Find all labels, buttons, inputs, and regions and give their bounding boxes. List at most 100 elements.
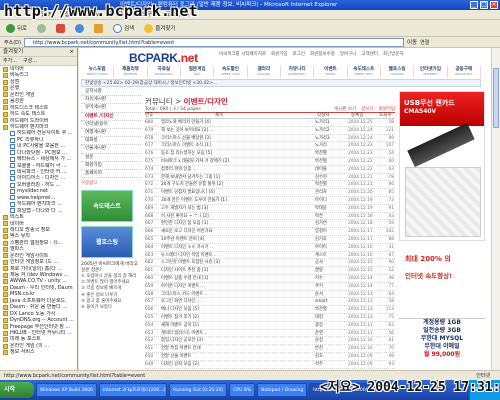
- table-row[interactable]: 661 디자인 사이트 추천 좀 [1] 쌀랑 2004.12.15 52: [145, 267, 395, 275]
- taskbar-task[interactable]: Running Out [0:35:20]: [168, 383, 228, 397]
- table-row[interactable]: 675 비씨파크 x 태블릿 가져 가 갈매기 [2] 박찬별 2004.12.22 6…: [145, 158, 395, 166]
- table-row[interactable]: 680 밀라노와 베리카 만들기 [4] 노가리1 2004.12.25 58: [145, 119, 395, 127]
- row-title[interactable]: 비씨파크 x 태블릿 가져 가 갈매기 [2]: [161, 158, 311, 166]
- left-menu-item[interactable]: 유머게시판: [81, 104, 141, 113]
- taskbar-task[interactable]: Notepad / Drawing: [256, 383, 308, 397]
- hosting-ad[interactable]: 계정용량 1GB 일전송량 3GB 무한대 MYSQL 무한대 이메일 월 99,000…: [399, 318, 485, 370]
- left-menu-item[interactable]: 설문: [81, 154, 141, 162]
- usb-lan-ad[interactable]: USB무선 랜카드 CMA540V: [399, 91, 485, 241]
- site-nav-tab[interactable]: 인터넷가입 INTERNET: [414, 66, 448, 78]
- table-row[interactable]: 658 크리스마스 카드 이벤트 ... 윤서 2004.12.13 64: [145, 291, 395, 299]
- speed-boost-ad[interactable]: 최대 200% 의 인터넷 속도향상!: [399, 244, 485, 314]
- add-favorite-button[interactable]: 추가...: [3, 57, 17, 65]
- speed-test-banner[interactable]: 속도테스트: [81, 190, 133, 223]
- table-row[interactable]: 660 이벤트 상품 수령 안내 [1] 지수 2004.12.14 48: [145, 275, 395, 283]
- table-row[interactable]: 669 고수 개발자가 되는 법 [3] 박태웅 2004.12.19 91: [145, 205, 395, 213]
- row-title[interactable]: 배너 디자인 모음 [5]: [161, 306, 311, 314]
- site-top-link[interactable]: 장바구니: [340, 51, 357, 57]
- left-menu-item[interactable]: 회원가입: [81, 162, 141, 170]
- site-top-link[interactable]: 비씨파크를 시작페이지로: [219, 51, 266, 57]
- table-row[interactable]: 653 캐릭터 일러스트 이벤트 .. 준영 2004.12.11 56: [145, 330, 395, 338]
- row-title[interactable]: 컴퓨터 파워 인증 ...: [161, 166, 311, 174]
- table-row[interactable]: 674 컴퓨터 파워 인증 ... 테이블 2004.12.22 63: [145, 166, 395, 174]
- site-top-link[interactable]: 고객센터: [361, 51, 378, 57]
- table-row[interactable]: 657 로그인 화면 디자인 ... smart 2004.12.13 58: [145, 298, 395, 307]
- table-row[interactable]: 677 크리스마스 이벤트 소식 [1] 노가리 2004.12.23 107: [145, 142, 395, 151]
- back-button[interactable]: 뒤로: [4, 21, 29, 35]
- favorites-button[interactable]: 즐겨찾기: [142, 21, 177, 35]
- row-title[interactable]: 이벤트 참가 후기 [2]: [161, 314, 311, 322]
- table-row[interactable]: 673 한해 보내면서 남겨두는 그림 [1] 김수현 2004.12.21 78: [145, 174, 395, 182]
- site-nav-tab[interactable]: 이벤트 EVENT: [314, 66, 348, 78]
- left-menu-item[interactable]: 인터넷/용어: [81, 121, 141, 129]
- table-row[interactable]: 652 팝업 디자인 공모전 [3] 윤정 2004.12.10 81: [145, 337, 395, 346]
- address-input[interactable]: http://www.bcpark.net/community/list.htm…: [23, 37, 404, 47]
- stop-button[interactable]: [54, 21, 67, 35]
- close-button[interactable]: ×: [490, 1, 498, 9]
- table-row[interactable]: 678 크리스마스 선물 배달원 [3] 노가리3 2004.12.24 99: [145, 135, 395, 143]
- table-row[interactable]: 655 이벤트 참가 후기 [2] 대현 2004.12.12 75: [145, 314, 395, 322]
- row-title[interactable]: 10주년 이벤트 준비 [4]: [161, 236, 311, 244]
- row-title[interactable]: 디자인 강좌 모음 [2]: [161, 361, 311, 369]
- site-top-link[interactable]: 회원정보수정: [310, 51, 335, 57]
- row-title[interactable]: 크리스마스 이벤트 소식 [1]: [161, 142, 311, 150]
- site-nav-tab[interactable]: 속도할인 SPEED SALE: [214, 66, 248, 78]
- site-top-link[interactable]: 로그인: [293, 51, 305, 57]
- row-title[interactable]: 편안한 디자인 팁 모음 [1]: [161, 220, 311, 228]
- row-title[interactable]: 새해 이벤트 공지 [1]: [161, 322, 311, 330]
- table-row[interactable]: 649 디자인 강좌 모음 [2] 석주 2004.12.09 93: [145, 361, 395, 369]
- row-title[interactable]: 20개 구도지 만들면 유통 될까 [2]: [161, 181, 311, 189]
- web-hosting-banner[interactable]: 웹호스팅: [81, 226, 133, 259]
- site-nav-tab[interactable]: 뉴스포럼 NEWS FORUM: [81, 66, 115, 78]
- news-ticker[interactable]: 한빛방송 <25.82> 02-29(잠금상 대비시 / 정보인터넷 <30.4…: [81, 79, 481, 87]
- row-title[interactable]: 이 사진 좋아요 ~ ™:) [2]: [161, 213, 311, 221]
- scrollbar-thumb[interactable]: [493, 68, 499, 128]
- table-row[interactable]: 651 연말 특집 이벤트 안내 반찬 2004.12.10 70: [145, 345, 395, 353]
- table-row[interactable]: 664 이벤트 디자인 ㅎㅎ 가시기 .. 아이이 2004.12.16 41: [145, 244, 395, 252]
- table-row[interactable]: 671 이벤트 당첨자 발표입니다 [4] 관리자 2004.12.20 85: [145, 189, 395, 197]
- table-row[interactable]: 663 뉴스레터 디자인 작업 이벤트 .. 캐스트 2004.12.16 67: [145, 252, 395, 260]
- site-nav-tab[interactable]: 자료실 DOWNLOAD: [148, 66, 181, 78]
- site-top-link[interactable]: 회원가입: [271, 51, 288, 57]
- row-title[interactable]: 새로운 로고 디자인 어떤가요: [161, 228, 311, 236]
- taskbar-task[interactable]: CPU 8%: [229, 383, 255, 397]
- site-nav-tab[interactable]: 웹호스팅 HOSTING: [381, 66, 415, 78]
- row-title[interactable]: 연말 선물 이벤트: [161, 353, 311, 361]
- site-nav-tab[interactable]: 갤러리 GALLERY: [248, 66, 281, 78]
- site-nav-tab[interactable]: 커뮤니티 COMMUNITY: [281, 66, 315, 78]
- organize-favorites-button[interactable]: 구성...: [23, 57, 37, 65]
- site-nav-tab[interactable]: 공동구매 GROUP BUY: [448, 66, 481, 78]
- row-title[interactable]: 팝업 디자인 공모전 [3]: [161, 337, 311, 345]
- row-title[interactable]: 해 보는 곳이 보이네요 [2] ...: [161, 127, 311, 135]
- table-row[interactable]: 668 이 사진 좋아요 ~ ™:) [2] 박찬 2004.12.18 43: [145, 213, 395, 221]
- table-row[interactable]: 650 연말 선물 이벤트 김호 2004.12.09 49: [145, 353, 395, 361]
- table-row[interactable]: 667 편안한 디자인 팁 모음 [1] 김가연 2004.12.18 59: [145, 220, 395, 229]
- row-title[interactable]: 고수 개발자가 되는 법 [3]: [161, 205, 311, 213]
- left-menu-item[interactable]: 이벤트 /디자인: [81, 113, 141, 121]
- left-menu-item[interactable]: 홈페이지: [81, 170, 141, 179]
- sidebar-close-button[interactable]: ×: [69, 48, 74, 56]
- search-button[interactable]: 검색: [111, 21, 136, 35]
- left-menu-item[interactable]: 대화방: [81, 137, 141, 146]
- poll-option[interactable]: ⑥ 들어가 보았다: [81, 305, 141, 311]
- table-row[interactable]: 656 배너 디자인 모음 [5] 박찬별 2004.12.12 113: [145, 306, 395, 314]
- start-button[interactable]: 시작: [0, 382, 34, 398]
- row-title[interactable]: 로그인 화면 디자인 ...: [161, 298, 311, 306]
- taskbar-task[interactable]: Windows XP Build 2600: [36, 383, 97, 397]
- links-label[interactable]: 연결: [420, 39, 429, 46]
- site-nav-tab[interactable]: 질문게임 Q&A: [181, 66, 215, 78]
- row-title[interactable]: 아이콘 디자인 이벤트 ...: [161, 283, 311, 291]
- site-top-link[interactable]: 최근방문자: [383, 51, 404, 57]
- table-row[interactable]: 672 20개 구도지 만들면 유통 될까 [2] 박찬별 2004.12.21 96: [145, 181, 395, 190]
- forward-button[interactable]: [35, 21, 48, 35]
- row-title[interactable]: 밀라노와 베리카 만들기 [4]: [161, 119, 311, 127]
- row-title[interactable]: 크리스마스 선물 배달원 [3]: [161, 135, 311, 143]
- site-logo[interactable]: BCPARK.net: [129, 51, 198, 65]
- table-row[interactable]: 676 동조 집 리뉴얼하는 모습 [5] 박찬별 2004.12.23 54: [145, 150, 395, 158]
- table-row[interactable]: 659 아이콘 디자인 이벤트 ... 쿠키 2004.12.14 77: [145, 283, 395, 291]
- row-title[interactable]: 이벤트 디자인 ㅎㅎ 가시기 ..: [161, 244, 311, 252]
- table-row[interactable]: 666 새로운 로고 디자인 어떤가요 양정이 2004.12.17 102: [145, 228, 395, 236]
- left-menu-item[interactable]: 인물게시판: [81, 145, 141, 154]
- vertical-scrollbar[interactable]: [491, 48, 500, 370]
- left-menu-item[interactable]: 자유게시판: [81, 96, 141, 105]
